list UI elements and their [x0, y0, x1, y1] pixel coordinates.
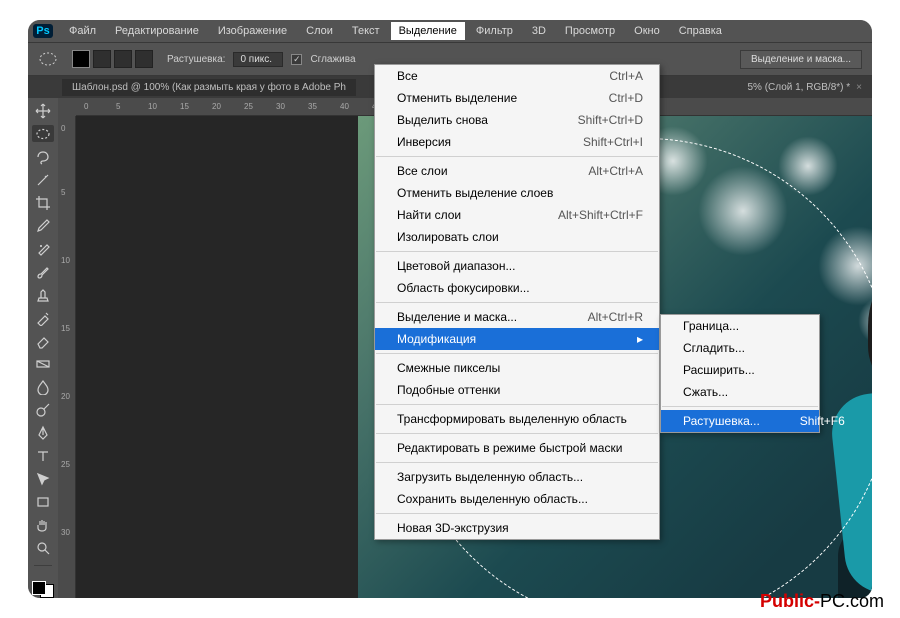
menu-item-grow[interactable]: Смежные пикселы [375, 357, 659, 379]
app-logo: Ps [34, 22, 52, 40]
history-brush-tool[interactable] [32, 309, 54, 326]
menu-layers[interactable]: Слои [298, 22, 341, 40]
submenu-arrow-icon: ▸ [637, 332, 643, 346]
selection-mode-new[interactable] [72, 50, 90, 68]
tools-panel [28, 98, 58, 598]
path-selection-tool[interactable] [32, 470, 54, 487]
zoom-tool[interactable] [32, 539, 54, 556]
foreground-background-swatch[interactable] [32, 581, 54, 598]
type-tool[interactable] [32, 447, 54, 464]
ellipse-marquee-icon[interactable] [38, 49, 58, 69]
feather-input[interactable]: 0 пикс. [233, 52, 283, 67]
submenu-item-contract[interactable]: Сжать... [661, 381, 819, 403]
menu-filter[interactable]: Фильтр [468, 22, 521, 40]
brush-tool[interactable] [32, 263, 54, 280]
selection-mode-intersect[interactable] [135, 50, 153, 68]
crop-tool[interactable] [32, 194, 54, 211]
menu-select[interactable]: Выделение [391, 22, 465, 40]
menu-item-modify[interactable]: Модификация▸ [375, 328, 659, 350]
pen-tool[interactable] [32, 424, 54, 441]
menu-item-load-selection[interactable]: Загрузить выделенную область... [375, 466, 659, 488]
lasso-tool[interactable] [32, 148, 54, 165]
watermark: Public-PC.com [760, 591, 884, 612]
menu-item-select-mask[interactable]: Выделение и маска...Alt+Ctrl+R [375, 306, 659, 328]
menu-item-deselect[interactable]: Отменить выделениеCtrl+D [375, 87, 659, 109]
photoshop-window: Ps Файл Редактирование Изображение Слои … [28, 20, 872, 598]
antialias-label: Сглажива [310, 54, 355, 65]
marquee-tool[interactable] [32, 125, 54, 142]
selection-mode-group [72, 50, 153, 68]
antialias-checkbox[interactable] [291, 54, 302, 65]
main-menubar: Ps Файл Редактирование Изображение Слои … [28, 20, 872, 42]
document-tab-1[interactable]: Шаблон.psd @ 100% (Как размыть края у фо… [62, 79, 356, 96]
selection-mode-subtract[interactable] [114, 50, 132, 68]
menu-item-reselect[interactable]: Выделить сноваShift+Ctrl+D [375, 109, 659, 131]
select-menu-dropdown: ВсеCtrl+A Отменить выделениеCtrl+D Выдел… [374, 64, 660, 540]
dodge-tool[interactable] [32, 401, 54, 418]
blur-tool[interactable] [32, 378, 54, 395]
submenu-item-expand[interactable]: Расширить... [661, 359, 819, 381]
magic-wand-tool[interactable] [32, 171, 54, 188]
vertical-ruler: 0 5 10 15 20 25 30 [58, 116, 76, 598]
menu-view[interactable]: Просмотр [557, 22, 623, 40]
eraser-tool[interactable] [32, 332, 54, 349]
select-and-mask-button[interactable]: Выделение и маска... [740, 50, 862, 69]
menu-item-quick-mask[interactable]: Редактировать в режиме быстрой маски [375, 437, 659, 459]
feather-label: Растушевка: [167, 54, 225, 65]
gradient-tool[interactable] [32, 355, 54, 372]
menu-item-similar[interactable]: Подобные оттенки [375, 379, 659, 401]
menu-item-inverse[interactable]: ИнверсияShift+Ctrl+I [375, 131, 659, 153]
hand-tool[interactable] [32, 516, 54, 533]
menu-item-color-range[interactable]: Цветовой диапазон... [375, 255, 659, 277]
menu-item-save-selection[interactable]: Сохранить выделенную область... [375, 488, 659, 510]
menu-item-all-layers[interactable]: Все слоиAlt+Ctrl+A [375, 160, 659, 182]
menu-edit[interactable]: Редактирование [107, 22, 207, 40]
menu-image[interactable]: Изображение [210, 22, 295, 40]
clone-stamp-tool[interactable] [32, 286, 54, 303]
menu-item-focus-area[interactable]: Область фокусировки... [375, 277, 659, 299]
move-tool[interactable] [32, 102, 54, 119]
menu-file[interactable]: Файл [61, 22, 104, 40]
submenu-item-smooth[interactable]: Сгладить... [661, 337, 819, 359]
submenu-item-border[interactable]: Граница... [661, 315, 819, 337]
modify-submenu: Граница... Сгладить... Расширить... Сжат… [660, 314, 820, 433]
menu-window[interactable]: Окно [626, 22, 668, 40]
ruler-corner [58, 98, 76, 116]
rectangle-tool[interactable] [32, 493, 54, 510]
menu-item-deselect-layers[interactable]: Отменить выделение слоев [375, 182, 659, 204]
menu-item-all[interactable]: ВсеCtrl+A [375, 65, 659, 87]
selection-mode-add[interactable] [93, 50, 111, 68]
eyedropper-tool[interactable] [32, 217, 54, 234]
menu-help[interactable]: Справка [671, 22, 730, 40]
document-tab-2[interactable]: 5% (Слой 1, RGB/8*) *× [737, 79, 872, 96]
close-icon[interactable]: × [856, 82, 862, 93]
menu-item-isolate-layers[interactable]: Изолировать слои [375, 226, 659, 248]
menu-text[interactable]: Текст [344, 22, 388, 40]
menu-item-3d-extrusion[interactable]: Новая 3D-экструзия [375, 517, 659, 539]
menu-item-find-layers[interactable]: Найти слоиAlt+Shift+Ctrl+F [375, 204, 659, 226]
menu-item-transform-selection[interactable]: Трансформировать выделенную область [375, 408, 659, 430]
menu-3d[interactable]: 3D [524, 22, 554, 40]
healing-brush-tool[interactable] [32, 240, 54, 257]
submenu-item-feather[interactable]: Растушевка...Shift+F6 [661, 410, 819, 432]
